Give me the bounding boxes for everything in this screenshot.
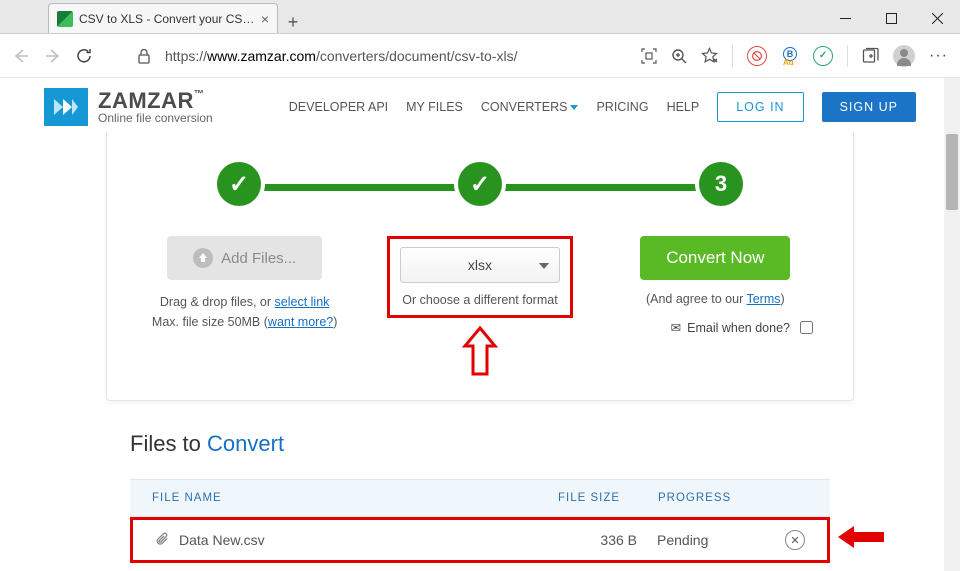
site-header: ZAMZAR™ Online file conversion DEVELOPER… [0, 78, 960, 132]
convert-column: Convert Now (And agree to our Terms) ✉ E… [608, 236, 823, 376]
want-more-link[interactable]: want more? [268, 315, 333, 329]
add-files-button[interactable]: Add Files... [167, 236, 322, 280]
window-minimize-button[interactable] [822, 3, 868, 33]
attachment-icon [155, 532, 169, 549]
add-files-label: Add Files... [221, 250, 296, 267]
email-when-done-checkbox[interactable] [800, 321, 813, 334]
qr-icon[interactable] [641, 48, 657, 64]
scrollbar-thumb[interactable] [946, 134, 958, 210]
or-choose-text: Or choose a different format [400, 293, 560, 307]
files-table-header: FILE NAME FILE SIZE PROGRESS [130, 479, 830, 517]
window-titlebar: CSV to XLS - Convert your CSV to × + [0, 0, 960, 34]
nav-my-files[interactable]: MY FILES [406, 100, 463, 114]
step-2-done: ✓ [458, 162, 502, 206]
menu-icon[interactable]: ··· [929, 47, 948, 65]
chevron-down-icon [570, 105, 578, 110]
profile-avatar[interactable] [893, 45, 915, 67]
file-progress: Pending [657, 532, 785, 548]
max-size-text: Max. file size 50MB ( [152, 315, 268, 329]
converter-card: ✓ ✓ 3 Add Files... Drag & drop files, or… [106, 132, 854, 401]
ext-icon-green[interactable]: ✓ [813, 46, 833, 66]
file-size: 336 B [557, 532, 657, 548]
back-button[interactable] [12, 47, 30, 65]
email-when-done-label: Email when done? [687, 321, 790, 335]
check-icon: ✓ [229, 170, 249, 199]
browser-toolbar: https://www.zamzar.com/converters/docume… [0, 34, 960, 78]
address-bar[interactable]: https://www.zamzar.com/converters/docume… [165, 48, 627, 64]
url-scheme: https:// [165, 48, 207, 64]
files-section: Files to Convert FILE NAME FILE SIZE PRO… [130, 431, 830, 563]
annotation-arrow-left [836, 523, 886, 556]
url-host: www.zamzar.com [207, 48, 316, 64]
step-3: 3 [699, 162, 743, 206]
lock-icon [137, 48, 151, 64]
signup-button[interactable]: SIGN UP [822, 92, 916, 122]
convert-now-button[interactable]: Convert Now [640, 236, 790, 280]
collections-icon[interactable] [862, 47, 879, 64]
nav-help[interactable]: HELP [667, 100, 700, 114]
format-selected-value: xlsx [468, 257, 492, 273]
vertical-scrollbar[interactable] [944, 78, 960, 571]
file-row: Data New.csv 336 B Pending ✕ [130, 517, 830, 563]
files-heading: Files to Convert [130, 431, 830, 457]
browser-tab[interactable]: CSV to XLS - Convert your CSV to × [48, 3, 278, 33]
col-progress: PROGRESS [658, 492, 808, 504]
site-logo[interactable]: ZAMZAR™ Online file conversion [44, 88, 213, 126]
remove-file-button[interactable]: ✕ [785, 530, 805, 550]
tab-close-icon[interactable]: × [261, 11, 269, 27]
url-path: /converters/document/csv-to-xls/ [316, 48, 518, 64]
format-column: xlsx Or choose a different format [372, 236, 587, 376]
drag-drop-text: Drag & drop files, or [160, 295, 275, 309]
file-name: Data New.csv [179, 532, 557, 548]
ext-icon-red[interactable] [747, 46, 767, 66]
nav-developer-api[interactable]: DEVELOPER API [289, 100, 388, 114]
favorite-icon[interactable] [701, 47, 718, 64]
terms-link[interactable]: Terms [746, 292, 780, 306]
format-select[interactable]: xlsx [400, 247, 560, 283]
zoom-icon[interactable] [671, 48, 687, 64]
col-file-name: FILE NAME [152, 492, 558, 504]
tab-title: CSV to XLS - Convert your CSV to [79, 12, 255, 26]
annotation-box-format: xlsx Or choose a different format [387, 236, 573, 318]
window-maximize-button[interactable] [868, 3, 914, 33]
ext-icon-blue[interactable]: BAd [781, 47, 799, 65]
step-indicator: ✓ ✓ 3 [217, 162, 743, 212]
window-close-button[interactable] [914, 3, 960, 33]
annotation-arrow-up [372, 326, 587, 376]
logo-brand: ZAMZAR [98, 88, 194, 113]
main-nav: DEVELOPER API MY FILES CONVERTERS PRICIN… [289, 92, 916, 122]
upload-icon [193, 248, 213, 268]
logo-icon [44, 88, 88, 126]
forward-button[interactable] [44, 47, 62, 65]
tab-favicon [57, 11, 73, 27]
mail-icon: ✉ [671, 320, 681, 335]
col-file-size: FILE SIZE [558, 492, 658, 504]
nav-pricing[interactable]: PRICING [596, 100, 648, 114]
logo-tagline: Online file conversion [98, 112, 213, 124]
add-files-column: Add Files... Drag & drop files, or selec… [137, 236, 352, 376]
select-link[interactable]: select link [275, 295, 330, 309]
login-button[interactable]: LOG IN [717, 92, 803, 122]
new-tab-button[interactable]: + [278, 12, 308, 33]
reload-button[interactable] [76, 47, 93, 64]
nav-converters[interactable]: CONVERTERS [481, 100, 579, 114]
check-icon: ✓ [470, 170, 490, 199]
step-1-done: ✓ [217, 162, 261, 206]
